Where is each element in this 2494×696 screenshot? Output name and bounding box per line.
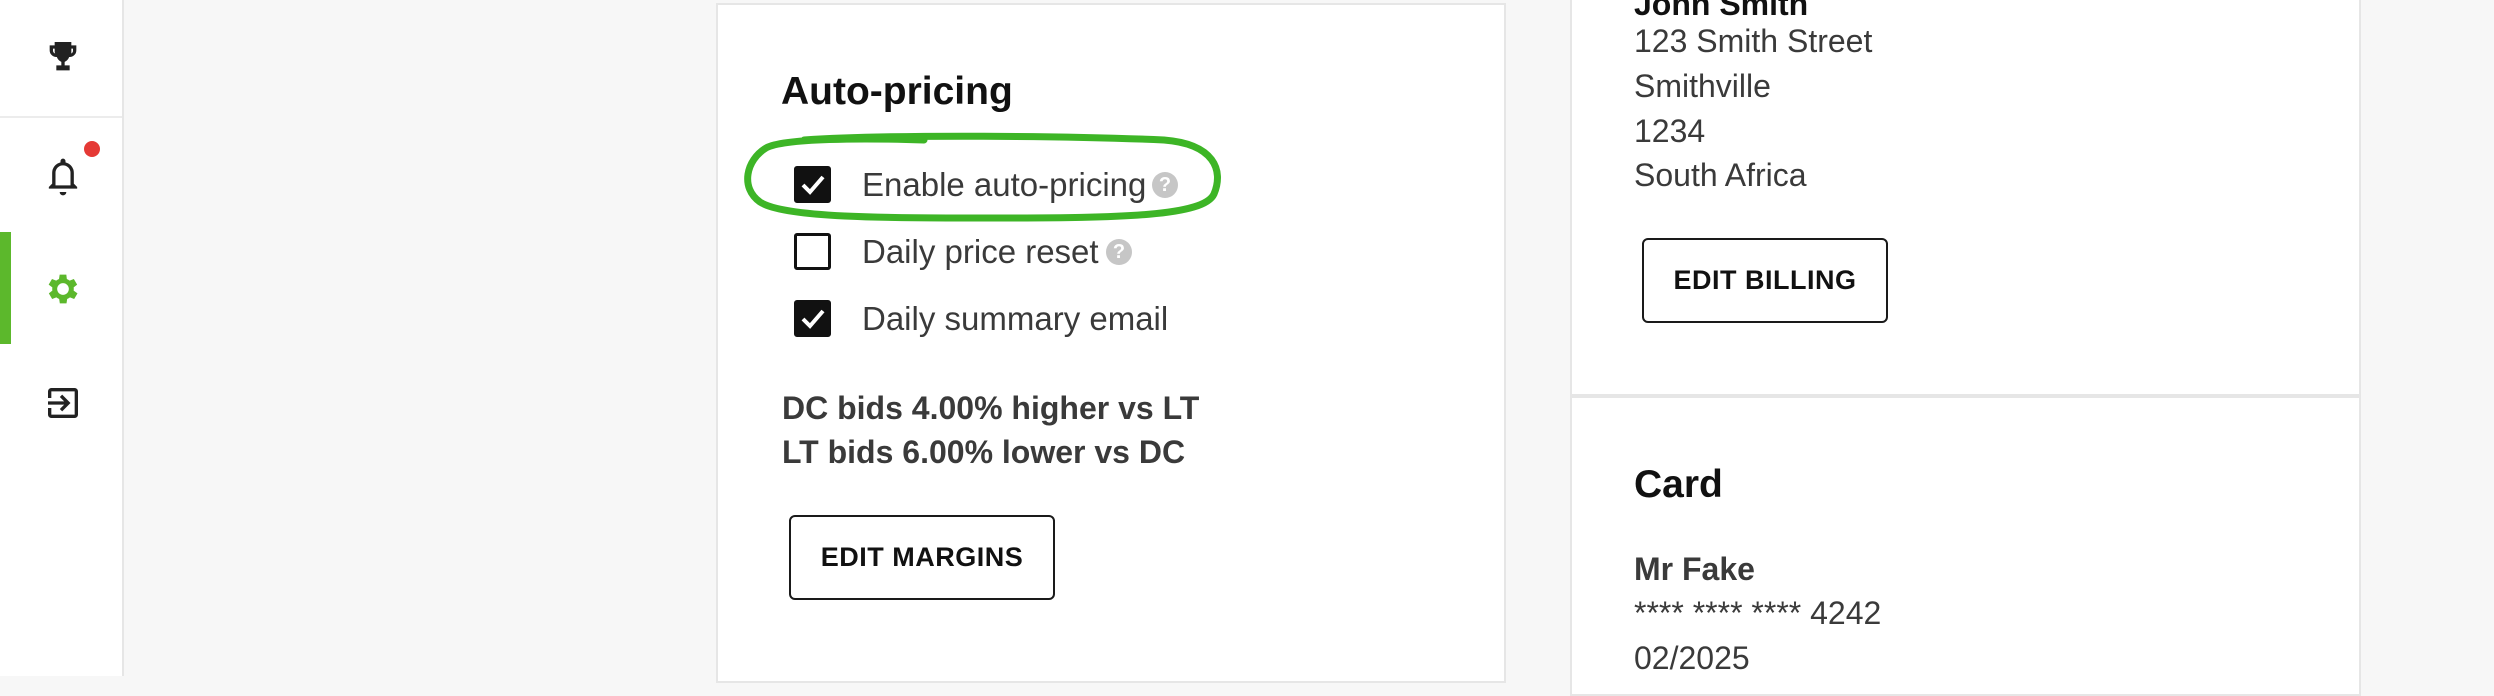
logout-icon [48, 388, 78, 418]
auto-pricing-title: Auto-pricing [781, 70, 1013, 113]
billing-address-line: 123 Smith Street [1634, 23, 1873, 59]
sidebar-item-trophy[interactable] [0, 0, 122, 114]
sidebar-item-logout[interactable] [0, 346, 122, 460]
billing-address-line: 1234 [1634, 113, 1706, 149]
billing-address-line: South Africa [1634, 157, 1807, 193]
daily-price-reset-checkbox[interactable] [794, 233, 831, 270]
notification-dot [84, 141, 100, 157]
card-number: **** **** **** 4242 [1634, 595, 1882, 631]
sidebar-item-notifications[interactable] [0, 118, 122, 232]
card-holder: Mr Fake [1634, 551, 1755, 587]
sidebar-item-settings[interactable] [0, 232, 122, 346]
bell-icon [48, 158, 78, 196]
daily-price-reset-option[interactable]: Daily price reset ? [794, 229, 1194, 273]
margin-dc-vs-lt: DC bids 4.00% higher vs LT [782, 390, 1200, 426]
annotation-highlight [744, 132, 1221, 222]
daily-summary-email-label: Daily summary email [862, 300, 1169, 337]
sidebar [0, 0, 124, 676]
margin-lt-vs-dc: LT bids 6.00% lower vs DC [782, 434, 1186, 470]
daily-summary-email-checkbox[interactable] [794, 300, 831, 337]
edit-billing-button[interactable]: EDIT BILLING [1642, 238, 1888, 323]
gear-icon [48, 274, 78, 304]
trophy-icon [49, 42, 77, 71]
help-icon[interactable]: ? [1106, 239, 1132, 265]
daily-summary-email-option[interactable]: Daily summary email [794, 296, 1214, 340]
billing-address-line: Smithville [1634, 68, 1771, 104]
card-title: Card [1634, 463, 1723, 506]
card-expiry: 02/2025 [1634, 640, 1750, 676]
edit-margins-button[interactable]: EDIT MARGINS [789, 515, 1055, 600]
daily-price-reset-label: Daily price reset [862, 233, 1099, 270]
billing-name: John Smith [1634, 0, 1809, 22]
